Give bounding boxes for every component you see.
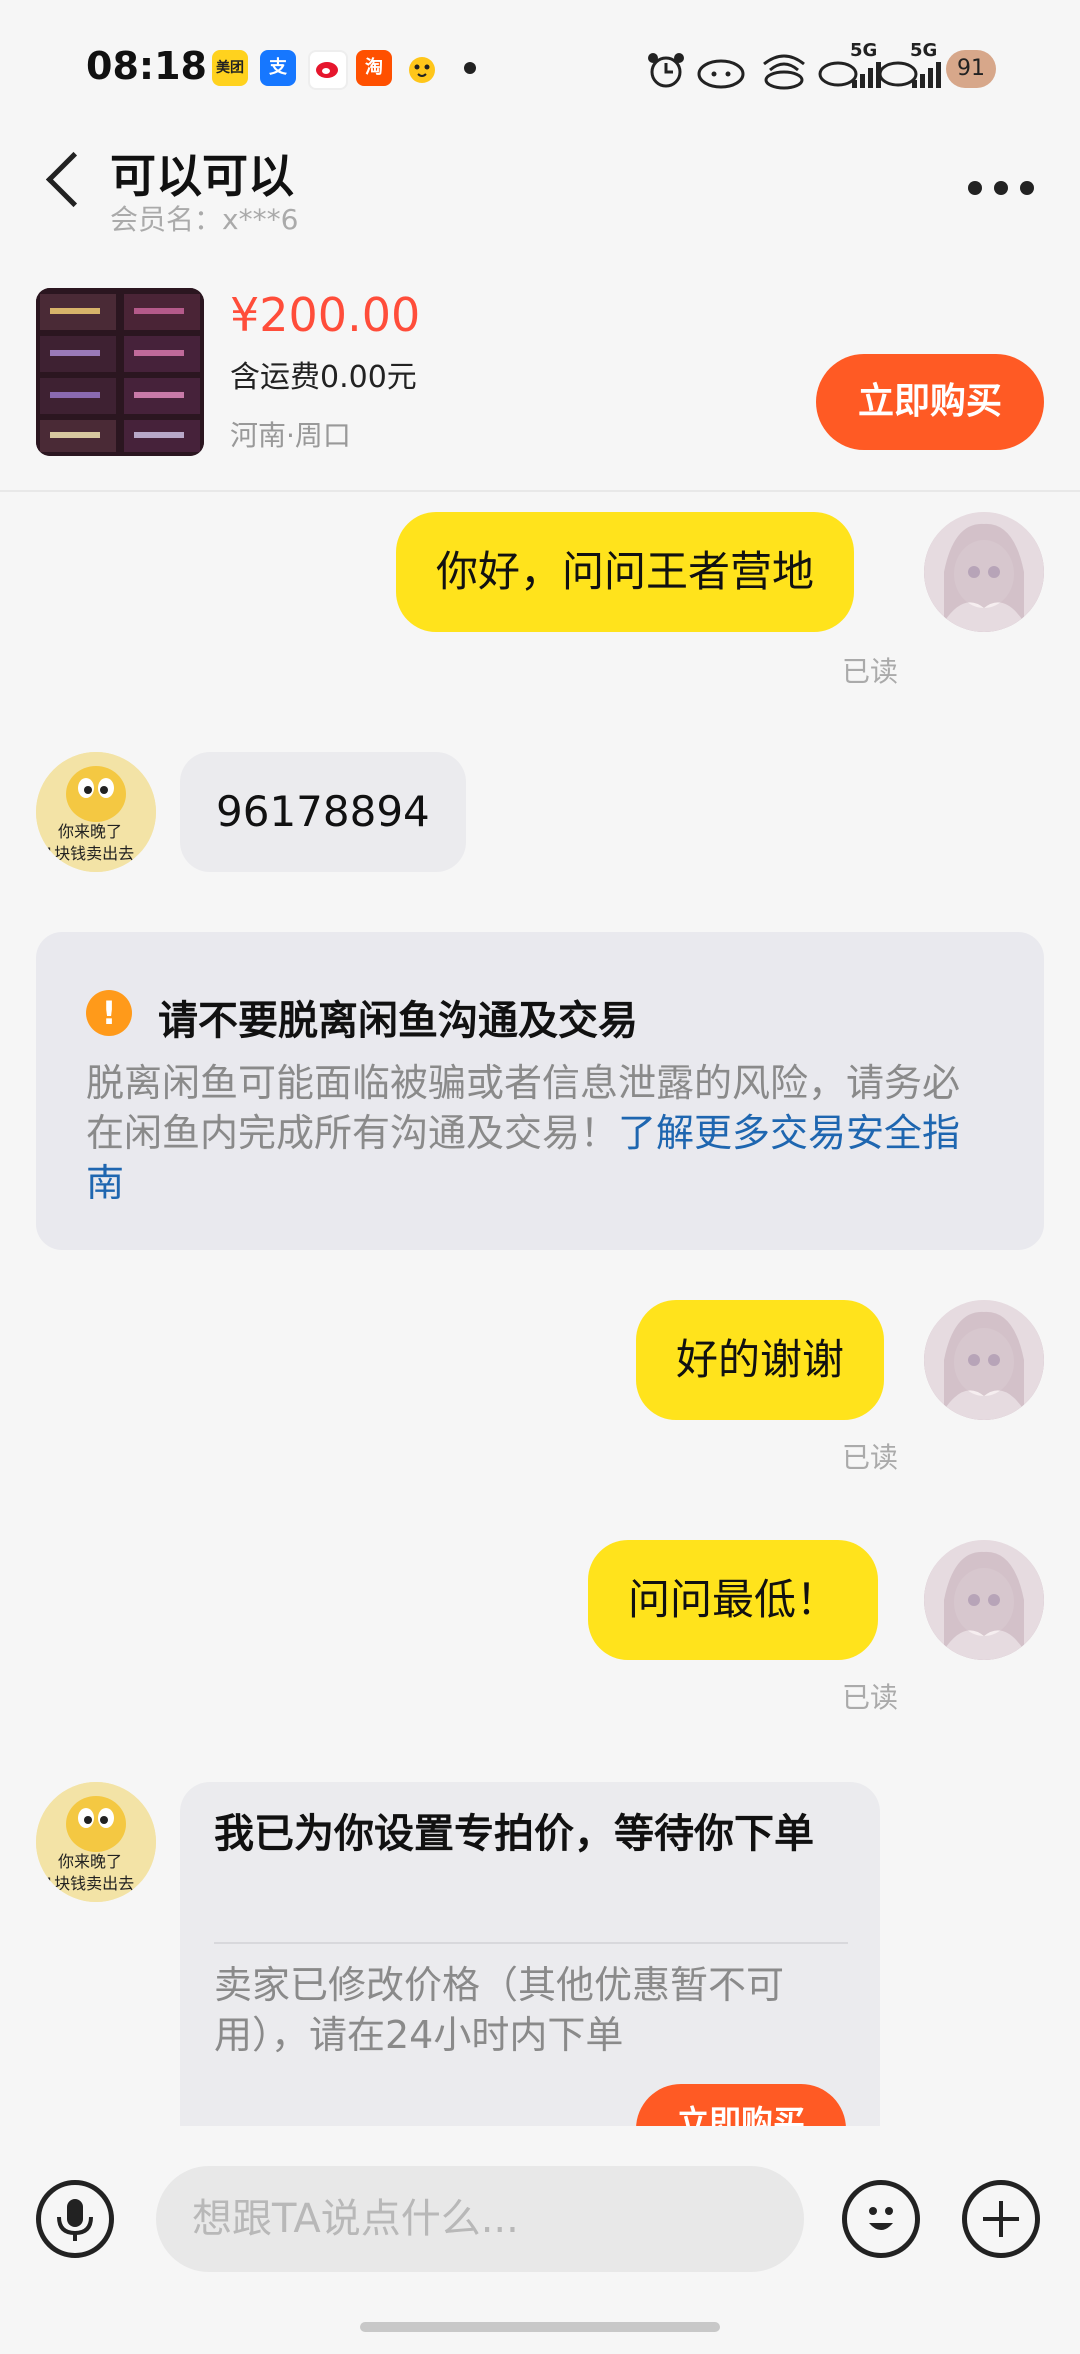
message-bubble-me[interactable]: 问问最低！: [588, 1540, 879, 1660]
emoji-icon[interactable]: [842, 2180, 920, 2258]
wifi-sticker-icon: [756, 46, 812, 94]
message-bubble-me[interactable]: 好的谢谢: [636, 1300, 885, 1420]
read-status: 已读: [842, 1441, 899, 1474]
cloud-sticker-icon: [696, 50, 746, 94]
network-label-1: 5G: [850, 40, 878, 61]
message-input[interactable]: 想跟TA说点什么...: [156, 2166, 804, 2272]
seller-avatar-text-2: 1块钱卖出去: [44, 1874, 135, 1893]
alipay-icon: 支: [260, 50, 296, 86]
price-card-divider: [214, 1942, 848, 1944]
seller-avatar-text-1: 你来晚了: [58, 822, 123, 841]
my-avatar[interactable]: [924, 1300, 1044, 1420]
meituan-icon: 美团: [212, 50, 248, 86]
read-status: 已读: [842, 655, 899, 688]
notice-title: 请不要脱离闲鱼沟通及交易: [158, 998, 638, 1044]
notice-body: 脱离闲鱼可能面临被骗或者信息泄露的风险，请务必在闲鱼内完成所有沟通及交易！了解更…: [86, 1058, 986, 1208]
message-bubble-me[interactable]: 你好，问问王者营地: [396, 512, 855, 632]
price-card-body: 卖家已修改价格（其他优惠暂不可用），请在24小时内下单: [214, 1963, 785, 2057]
warning-icon: !: [86, 990, 132, 1036]
header-divider: [0, 490, 1080, 492]
alarm-icon: [644, 50, 688, 94]
member-name: 会员名：x***6: [110, 203, 299, 236]
seller-avatar-text-1: 你来晚了: [58, 1852, 123, 1871]
shipping-fee: 含运费0.00元: [230, 360, 417, 395]
taobao-icon: 淘: [356, 50, 392, 86]
product-price: ¥200.00: [230, 288, 421, 342]
read-status: 已读: [842, 1681, 899, 1714]
battery-indicator: 91: [946, 50, 996, 88]
buy-now-button[interactable]: 立即购买: [816, 354, 1044, 450]
chick-icon: [404, 50, 440, 86]
weibo-icon: [308, 50, 348, 90]
seller-avatar[interactable]: 你来晚了 1块钱卖出去: [36, 752, 156, 872]
add-more-icon[interactable]: [962, 2180, 1040, 2258]
signal-bars-icon-2: [912, 60, 942, 92]
product-location: 河南·周口: [230, 419, 351, 452]
status-time: 08:18: [86, 44, 207, 88]
message-bubble-seller[interactable]: 96178894: [180, 752, 466, 872]
chat-title: 可以可以: [110, 149, 294, 203]
home-indicator: [360, 2322, 720, 2332]
product-thumbnail[interactable]: [36, 288, 204, 456]
back-icon[interactable]: [45, 151, 102, 208]
more-options-icon[interactable]: [968, 180, 1048, 195]
seller-avatar[interactable]: 你来晚了 1块钱卖出去: [36, 1782, 156, 1902]
price-card-title: 我已为你设置专拍价，等待你下单: [214, 1811, 814, 1857]
voice-input-icon[interactable]: [36, 2180, 114, 2258]
my-avatar[interactable]: [924, 512, 1044, 632]
notification-dot: [464, 62, 476, 74]
seller-avatar-text-2: 1块钱卖出去: [44, 844, 135, 863]
my-avatar[interactable]: [924, 1540, 1044, 1660]
network-label-2: 5G: [910, 40, 938, 61]
